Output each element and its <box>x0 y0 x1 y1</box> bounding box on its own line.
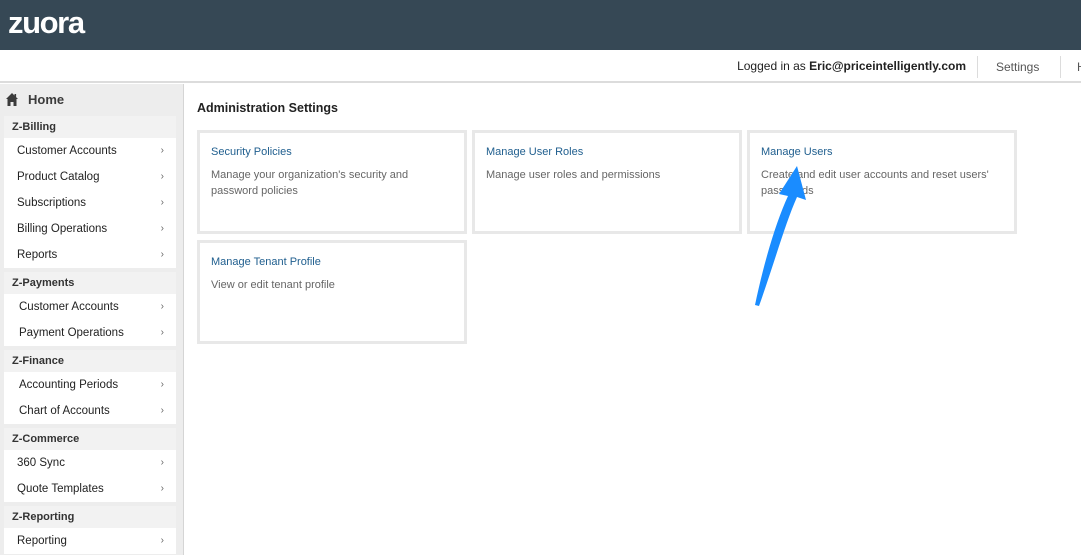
top-bar: zuora <box>0 0 1081 50</box>
annotation-arrow-icon <box>755 166 806 306</box>
chevron-right-icon: › <box>160 405 164 416</box>
chevron-right-icon: › <box>160 483 164 494</box>
settings-link[interactable]: Settings <box>996 60 1039 74</box>
zuora-logo[interactable]: zuora <box>8 5 85 41</box>
sidebar-item-label: 360 Sync <box>17 457 65 469</box>
main-content: Administration Settings Security Policie… <box>197 84 1067 555</box>
section-z-billing: Z-Billing Customer Accounts › Product Cat… <box>4 116 176 268</box>
sidebar-item-billing-operations[interactable]: Billing Operations › <box>4 216 176 242</box>
section-z-commerce: Z-Commerce 360 Sync › Quote Templates › <box>4 428 176 502</box>
help-link[interactable]: H <box>1077 60 1081 74</box>
sidebar-item-quote-templates[interactable]: Quote Templates › <box>4 476 176 502</box>
card-title-link[interactable]: Manage Tenant Profile <box>211 256 321 268</box>
sidebar-item-accounting-periods[interactable]: Accounting Periods › <box>4 372 176 398</box>
section-z-finance: Z-Finance Accounting Periods › Chart of A… <box>4 350 176 424</box>
chevron-right-icon: › <box>160 249 164 260</box>
sidebar-item-label: Customer Accounts <box>19 301 119 313</box>
section-title: Z-Payments <box>4 272 176 294</box>
section-title: Z-Commerce <box>4 428 176 450</box>
user-email: Eric@priceintelligently.com <box>809 59 966 73</box>
card-title-link[interactable]: Manage User Roles <box>486 146 583 158</box>
user-bar: Logged in as Eric@priceintelligently.com… <box>0 50 1081 83</box>
sidebar-item-label: Accounting Periods <box>19 379 119 391</box>
sidebar-item-reports[interactable]: Reports › <box>4 242 176 268</box>
sidebar-item-payment-operations[interactable]: Payment Operations › <box>4 320 176 346</box>
sidebar-item-product-catalog[interactable]: Product Catalog › <box>4 164 176 190</box>
chevron-right-icon: › <box>160 535 164 546</box>
card-title-link[interactable]: Manage Users <box>761 146 833 158</box>
card-title-link[interactable]: Security Policies <box>211 146 292 158</box>
sidebar-item-label: Chart of Accounts <box>19 405 110 417</box>
sidebar-item-label: Quote Templates <box>17 483 104 495</box>
section-z-reporting: Z-Reporting Reporting › <box>4 506 176 554</box>
chevron-right-icon: › <box>160 223 164 234</box>
card-description: Manage your organization's security and … <box>211 169 409 197</box>
sidebar-item-reporting[interactable]: Reporting › <box>4 528 176 554</box>
chevron-right-icon: › <box>160 301 164 312</box>
sidebar-item-label: Customer Accounts <box>17 145 117 157</box>
section-title: Z-Finance <box>4 350 176 372</box>
sidebar-item-chart-of-accounts[interactable]: Chart of Accounts › <box>4 398 176 424</box>
section-z-payments: Z-Payments Customer Accounts › Payment Op… <box>4 272 176 346</box>
sidebar-item-label: Billing Operations <box>17 223 108 235</box>
divider <box>977 56 978 78</box>
card-description: Manage user roles and permissions <box>486 169 661 181</box>
home-label: Home <box>28 91 65 107</box>
logged-in-info: Logged in as Eric@priceintelligently.com <box>737 59 966 73</box>
section-title: Z-Reporting <box>4 506 176 528</box>
chevron-right-icon: › <box>160 197 164 208</box>
card-security-policies[interactable]: Security Policies Manage your organizati… <box>197 130 467 234</box>
divider <box>1060 56 1061 78</box>
card-manage-tenant-profile[interactable]: Manage Tenant Profile View or edit tenan… <box>197 240 467 344</box>
logged-in-prefix: Logged in as <box>737 59 810 73</box>
chevron-right-icon: › <box>160 379 164 390</box>
sidebar-item-label: Subscriptions <box>17 197 87 209</box>
sidebar-item-label: Reports <box>17 249 58 261</box>
chevron-right-icon: › <box>160 171 164 182</box>
section-title: Z-Billing <box>4 116 176 138</box>
chevron-right-icon: › <box>160 145 164 156</box>
chevron-right-icon: › <box>160 327 164 338</box>
page-title: Administration Settings <box>197 101 338 115</box>
sidebar: Home Z-Billing Customer Accounts › Produc… <box>0 84 184 555</box>
home-icon <box>6 92 18 106</box>
card-description: View or edit tenant profile <box>211 279 335 291</box>
chevron-right-icon: › <box>160 457 164 468</box>
sidebar-item-360-sync[interactable]: 360 Sync › <box>4 450 176 476</box>
sidebar-item-subscriptions[interactable]: Subscriptions › <box>4 190 176 216</box>
sidebar-item-label: Reporting <box>17 535 67 547</box>
card-manage-user-roles[interactable]: Manage User Roles Manage user roles and … <box>472 130 742 234</box>
sidebar-item-label: Product Catalog <box>17 171 100 183</box>
sidebar-item-label: Payment Operations <box>19 327 124 339</box>
sidebar-item-customer-accounts[interactable]: Customer Accounts › <box>4 294 176 320</box>
sidebar-item-customer-accounts[interactable]: Customer Accounts › <box>4 138 176 164</box>
sidebar-home[interactable]: Home <box>0 84 183 114</box>
